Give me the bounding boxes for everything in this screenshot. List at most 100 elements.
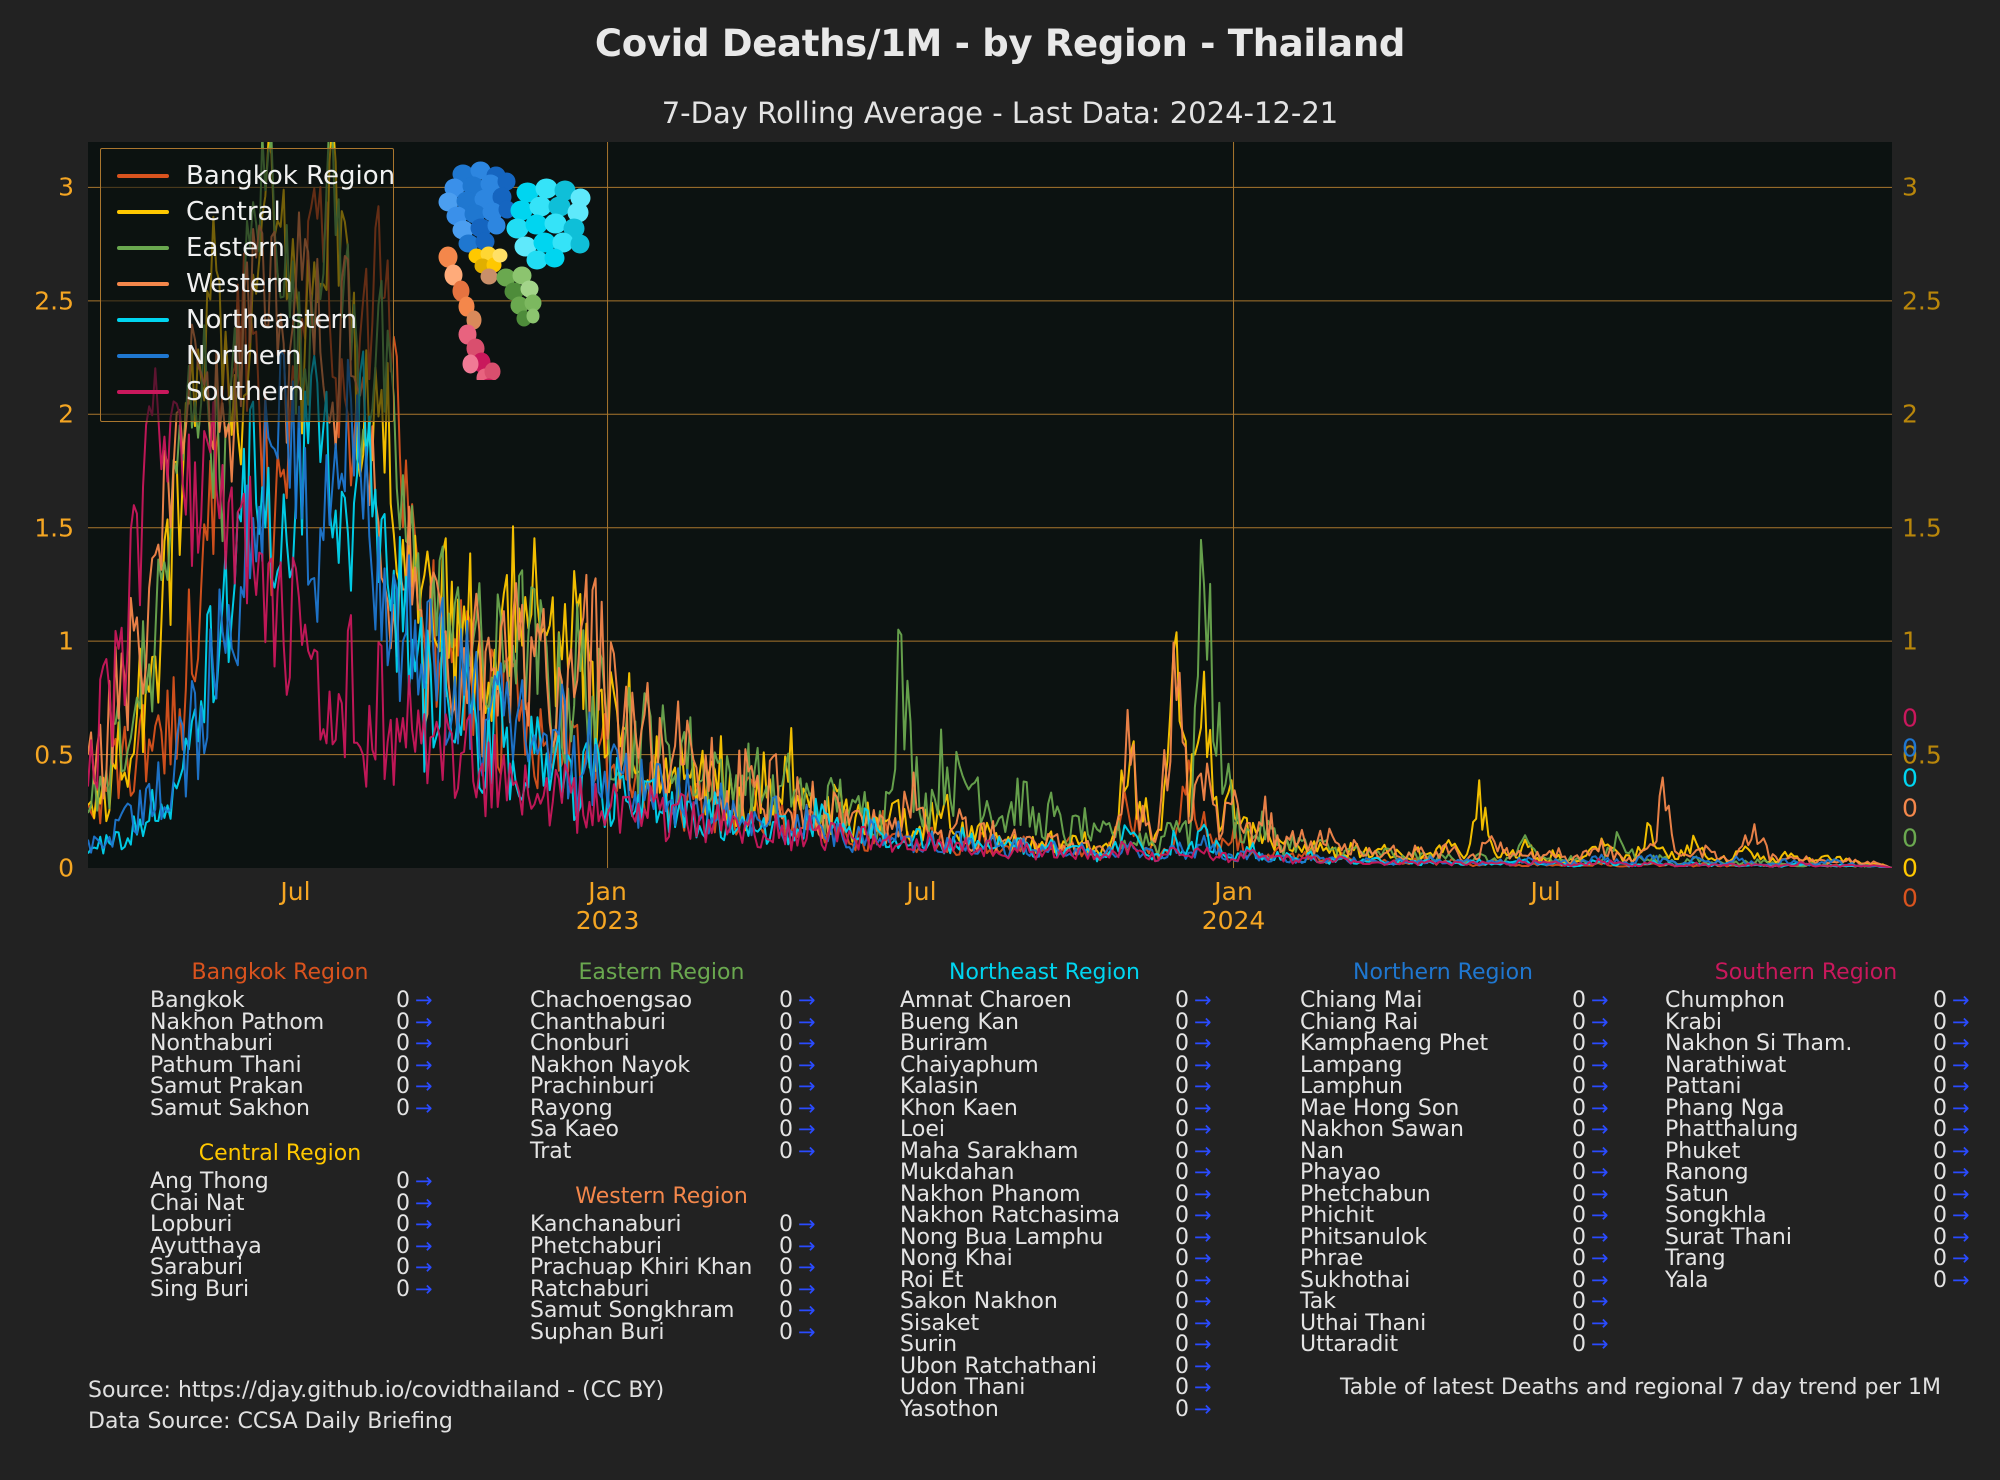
table-row[interactable]: Nakhon Sawan 0 → xyxy=(1300,1117,1609,1142)
table-row[interactable]: Surin 0 → xyxy=(900,1332,1212,1357)
table-row[interactable]: Ratchaburi 0 → xyxy=(530,1277,816,1302)
table-row[interactable]: Phatthalung 0 → xyxy=(1665,1117,1970,1142)
legend-item-central[interactable]: Central xyxy=(101,194,393,230)
table-row[interactable]: Phang Nga 0 → xyxy=(1665,1096,1970,1121)
table-row[interactable]: Narathiwat 0 → xyxy=(1665,1053,1970,1078)
legend-item-southern[interactable]: Southern xyxy=(101,374,393,410)
table-row[interactable]: Songkhla 0 → xyxy=(1665,1203,1970,1228)
table-row[interactable]: Saraburi 0 → xyxy=(150,1255,433,1280)
table-row[interactable]: Phichit 0 → xyxy=(1300,1203,1609,1228)
table-row[interactable]: Chiang Rai 0 → xyxy=(1300,1010,1609,1035)
table-row[interactable]: Ranong 0 → xyxy=(1665,1160,1970,1185)
legend-item-northern[interactable]: Northern xyxy=(101,338,393,374)
table-row[interactable]: Bangkok 0 → xyxy=(150,988,433,1013)
table-row[interactable]: Suphan Buri 0 → xyxy=(530,1320,816,1345)
table-row[interactable]: Phetchabun 0 → xyxy=(1300,1182,1609,1207)
table-row[interactable]: Lopburi 0 → xyxy=(150,1212,433,1237)
table-row[interactable]: Nakhon Nayok 0 → xyxy=(530,1053,816,1078)
table-row[interactable]: Satun 0 → xyxy=(1665,1182,1970,1207)
table-row[interactable]: Chai Nat 0 → xyxy=(150,1191,433,1216)
legend-item-eastern[interactable]: Eastern xyxy=(101,230,393,266)
trend-arrow-icon: → xyxy=(1194,1009,1212,1034)
table-row[interactable]: Lamphun 0 → xyxy=(1300,1074,1609,1099)
table-row[interactable]: Prachinburi 0 → xyxy=(530,1074,816,1099)
table-row[interactable]: Loei 0 → xyxy=(900,1117,1212,1142)
table-row[interactable]: Chiang Mai 0 → xyxy=(1300,988,1609,1013)
table-row[interactable]: Udon Thani 0 → xyxy=(900,1375,1212,1400)
chart-legend[interactable]: Bangkok Region Central Eastern Western North… xyxy=(100,148,396,422)
trend-arrow-icon: → xyxy=(1194,1138,1212,1163)
table-row[interactable]: Mae Hong Son 0 → xyxy=(1300,1096,1609,1121)
table-row[interactable]: Buriram 0 → xyxy=(900,1031,1212,1056)
table-row[interactable]: Rayong 0 → xyxy=(530,1096,816,1121)
table-row[interactable]: Surat Thani 0 → xyxy=(1665,1225,1970,1250)
table-row[interactable]: Nakhon Si Tham. 0 → xyxy=(1665,1031,1970,1056)
table-row[interactable]: Ubon Ratchathani 0 → xyxy=(900,1354,1212,1379)
table-row[interactable]: Pathum Thani 0 → xyxy=(150,1053,433,1078)
trend-arrow-icon: → xyxy=(1952,1267,1970,1292)
table-row[interactable]: Nakhon Pathom 0 → xyxy=(150,1010,433,1035)
table-row[interactable]: Bueng Kan 0 → xyxy=(900,1009,1212,1035)
table-row[interactable]: Nong Khai 0 → xyxy=(900,1246,1212,1271)
trend-arrow-icon: → xyxy=(1591,1289,1609,1313)
table-row[interactable]: Sukhothai 0 → xyxy=(1300,1268,1609,1293)
table-row[interactable]: Nong Bua Lamphu 0 → xyxy=(900,1225,1212,1250)
table-row[interactable]: Samut Prakan 0 → xyxy=(150,1074,433,1099)
y-axis-tick-left: 3 xyxy=(58,172,74,202)
table-row[interactable]: Chanthaburi 0 → xyxy=(530,1010,816,1035)
table-row[interactable]: Khon Kaen 0 → xyxy=(900,1096,1212,1121)
table-row[interactable]: Mukdahan 0 → xyxy=(900,1160,1212,1185)
table-row[interactable]: Chumphon 0 → xyxy=(1665,988,1970,1013)
legend-item-northeastern[interactable]: Northeastern xyxy=(101,302,393,338)
table-row[interactable]: Ayutthaya 0 → xyxy=(150,1234,433,1259)
table-row[interactable]: Yasothon 0 → xyxy=(900,1397,1212,1422)
series-endpoint-label-bangkok-region: 0 xyxy=(1902,883,1918,913)
thailand-region-map xyxy=(438,161,591,380)
table-row[interactable]: Phrae 0 → xyxy=(1300,1246,1609,1271)
table-row[interactable]: Ang Thong 0 → xyxy=(150,1169,433,1194)
table-row[interactable]: Kamphaeng Phet 0 → xyxy=(1300,1031,1609,1056)
table-row[interactable]: Amnat Charoen 0 → xyxy=(900,988,1212,1013)
table-row[interactable]: Sakon Nakhon 0 → xyxy=(900,1289,1212,1314)
table-row[interactable]: Sisaket 0 → xyxy=(900,1311,1212,1336)
table-row[interactable]: Trat 0 → xyxy=(530,1138,816,1164)
province-death-value: 0 xyxy=(1572,1332,1586,1357)
legend-item-bangkok-region[interactable]: Bangkok Region xyxy=(101,158,396,194)
legend-swatch-icon xyxy=(117,246,169,250)
table-row[interactable]: Pattani 0 → xyxy=(1665,1074,1970,1099)
table-row[interactable]: Chonburi 0 → xyxy=(530,1031,816,1056)
table-row[interactable]: Samut Songkhram 0 → xyxy=(530,1298,816,1323)
table-row[interactable]: Uthai Thani 0 → xyxy=(1300,1311,1609,1336)
trend-arrow-icon: → xyxy=(798,1138,816,1163)
table-row[interactable]: Nakhon Ratchasima 0 → xyxy=(900,1203,1212,1228)
table-row[interactable]: Kanchanaburi 0 → xyxy=(530,1212,816,1237)
table-row[interactable]: Roi Et 0 → xyxy=(900,1268,1212,1293)
table-row[interactable]: Samut Sakhon 0 → xyxy=(150,1096,433,1121)
table-row[interactable]: Chachoengsao 0 → xyxy=(530,988,816,1013)
table-row[interactable]: Sing Buri 0 → xyxy=(150,1277,433,1302)
trend-arrow-icon: → xyxy=(798,1074,816,1098)
table-row[interactable]: Sa Kaeo 0 → xyxy=(530,1117,816,1142)
table-row[interactable]: Uttaradit 0 → xyxy=(1300,1332,1609,1357)
table-row[interactable]: Maha Sarakham 0 → xyxy=(900,1138,1212,1164)
table-row[interactable]: Krabi 0 → xyxy=(1665,1010,1970,1035)
table-row[interactable]: Trang 0 → xyxy=(1665,1246,1970,1271)
table-row[interactable]: Phuket 0 → xyxy=(1665,1139,1970,1164)
table-row[interactable]: Nakhon Phanom 0 → xyxy=(900,1182,1212,1207)
series-line-northern[interactable] xyxy=(88,349,1892,868)
table-row[interactable]: Nan 0 → xyxy=(1300,1139,1609,1164)
table-row[interactable]: Phayao 0 → xyxy=(1300,1160,1609,1185)
table-row[interactable]: Phitsanulok 0 → xyxy=(1300,1225,1609,1250)
table-row[interactable]: Prachuap Khiri Khan 0 → xyxy=(530,1255,816,1280)
map-province-shape xyxy=(484,362,501,380)
legend-item-western[interactable]: Western xyxy=(101,266,393,302)
legend-item-label: Bangkok Region xyxy=(186,161,396,191)
table-row[interactable]: Kalasin 0 → xyxy=(900,1074,1212,1099)
table-row[interactable]: Lampang 0 → xyxy=(1300,1053,1609,1078)
trend-arrow-icon: → xyxy=(1952,1203,1970,1227)
table-row[interactable]: Chaiyaphum 0 → xyxy=(900,1053,1212,1078)
table-row[interactable]: Yala 0 → xyxy=(1665,1267,1970,1293)
table-row[interactable]: Tak 0 → xyxy=(1300,1289,1609,1314)
table-row[interactable]: Phetchaburi 0 → xyxy=(530,1234,816,1259)
table-row[interactable]: Nonthaburi 0 → xyxy=(150,1031,433,1056)
